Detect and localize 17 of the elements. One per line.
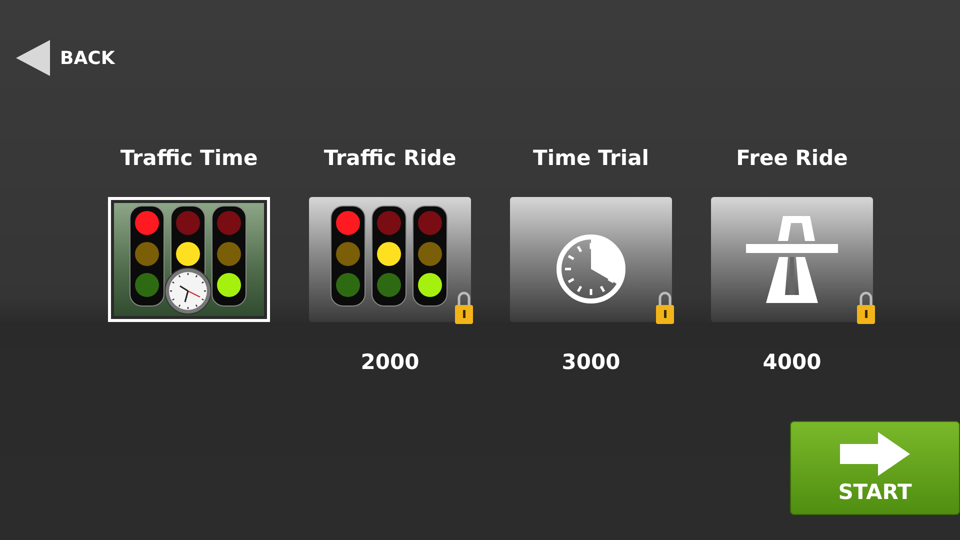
mode-title: Traffic Time [120,146,258,172]
mode-title: Free Ride [736,146,848,172]
start-button[interactable]: START [790,421,960,515]
price-label: 3000 [562,350,620,374]
mode-title: Traffic Ride [324,146,456,172]
mode-title: Time Trial [533,146,649,172]
mode-tile[interactable] [510,197,672,322]
back-button[interactable]: BACK [16,40,115,76]
mode-tile[interactable] [309,197,471,322]
mode-tile[interactable] [711,197,873,322]
mode-tile[interactable] [108,197,270,322]
arrow-right-icon [840,432,910,476]
price-label: 4000 [762,350,822,374]
highway-icon [744,214,840,305]
back-arrow-icon [16,40,52,76]
stopwatch-icon [556,234,626,304]
price-label: 2000 [360,350,420,374]
